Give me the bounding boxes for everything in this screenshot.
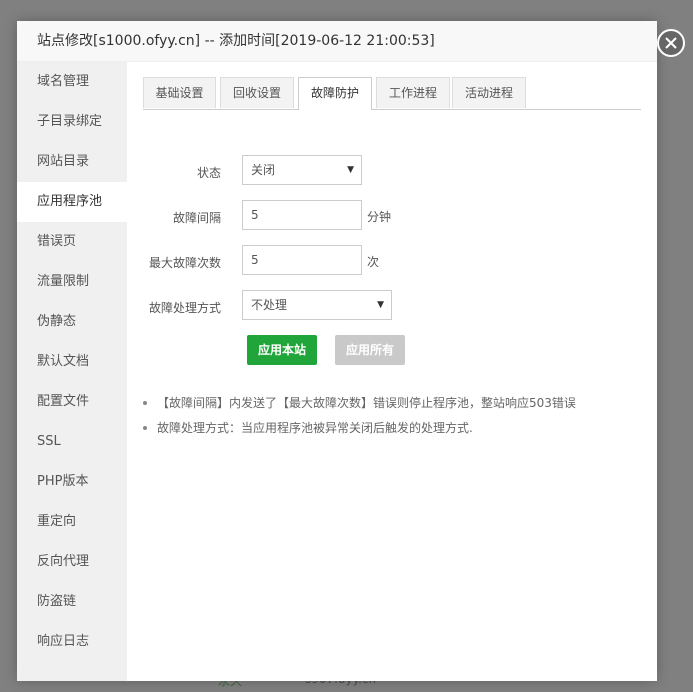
interval-unit: 分钟 [367, 210, 392, 224]
tab-bar: 基础设置 回收设置 故障防护 工作进程 活动进程 [143, 77, 641, 110]
action-value: 不处理 [251, 298, 288, 312]
tab-recycle[interactable]: 回收设置 [220, 77, 294, 108]
sidebar-item-proxy[interactable]: 反向代理 [17, 542, 127, 582]
action-select[interactable]: 不处理 ▼ [242, 290, 392, 320]
sidebar-item-app-pool[interactable]: 应用程序池 [17, 182, 127, 222]
sidebar-item-traffic-limit[interactable]: 流量限制 [17, 262, 127, 302]
apply-site-button[interactable]: 应用本站 [247, 335, 317, 365]
sidebar-item-domain[interactable]: 域名管理 [17, 62, 127, 102]
sidebar-item-config[interactable]: 配置文件 [17, 382, 127, 422]
sidebar-item-site-dir[interactable]: 网站目录 [17, 142, 127, 182]
status-value: 关闭 [251, 163, 276, 177]
tab-basic[interactable]: 基础设置 [143, 77, 216, 108]
apply-all-button[interactable]: 应用所有 [335, 335, 405, 365]
dropdown-caret-icon: ▼ [377, 300, 384, 310]
sidebar-item-hotlink[interactable]: 防盗链 [17, 582, 127, 622]
max-failures-input[interactable]: 5 [242, 245, 362, 275]
status-select[interactable]: 关闭 ▼ [242, 155, 362, 185]
dialog-title: 站点修改[s1000.ofyy.cn] -- 添加时间[2019-06-12 2… [17, 21, 657, 62]
action-label: 故障处理方式 [148, 301, 221, 315]
status-label: 状态 [196, 166, 221, 180]
sidebar-item-rewrite[interactable]: 伪静态 [17, 302, 127, 342]
sidebar-item-subdir[interactable]: 子目录绑定 [17, 102, 127, 142]
tab-active-process[interactable]: 活动进程 [452, 77, 526, 108]
max-failures-unit: 次 [367, 255, 380, 269]
max-failures-label: 最大故障次数 [148, 256, 221, 270]
site-edit-dialog: 站点修改[s1000.ofyy.cn] -- 添加时间[2019-06-12 2… [17, 21, 685, 681]
interval-label: 故障间隔 [172, 211, 221, 225]
sidebar-item-error-page[interactable]: 错误页 [17, 222, 127, 262]
sidebar-item-ssl[interactable]: SSL [17, 422, 127, 462]
tab-fault-protect[interactable]: 故障防护 [298, 77, 372, 110]
tab-worker[interactable]: 工作进程 [376, 77, 450, 108]
close-icon [665, 37, 677, 49]
sidebar-item-redirect[interactable]: 重定向 [17, 502, 127, 542]
interval-input[interactable]: 5 [242, 200, 362, 230]
help-notes: 【故障间隔】内发送了【最大故障次数】错误则停止程序池，整站响应503错误 故障处… [143, 394, 643, 444]
sidebar-item-response-log[interactable]: 响应日志 [17, 622, 127, 662]
help-note: 故障处理方式：当应用程序池被异常关闭后触发的处理方式. [143, 419, 643, 444]
sidebar-item-default-doc[interactable]: 默认文档 [17, 342, 127, 382]
help-note: 【故障间隔】内发送了【最大故障次数】错误则停止程序池，整站响应503错误 [143, 394, 643, 419]
dropdown-caret-icon: ▼ [347, 165, 354, 175]
sidebar-item-php[interactable]: PHP版本 [17, 462, 127, 502]
sidebar: 域名管理 子目录绑定 网站目录 应用程序池 错误页 流量限制 伪静态 默认文档 … [17, 62, 127, 681]
close-button[interactable] [657, 29, 685, 57]
main-content: 基础设置 回收设置 故障防护 工作进程 活动进程 状态 关闭 ▼ 故障间隔 5 … [127, 62, 657, 681]
